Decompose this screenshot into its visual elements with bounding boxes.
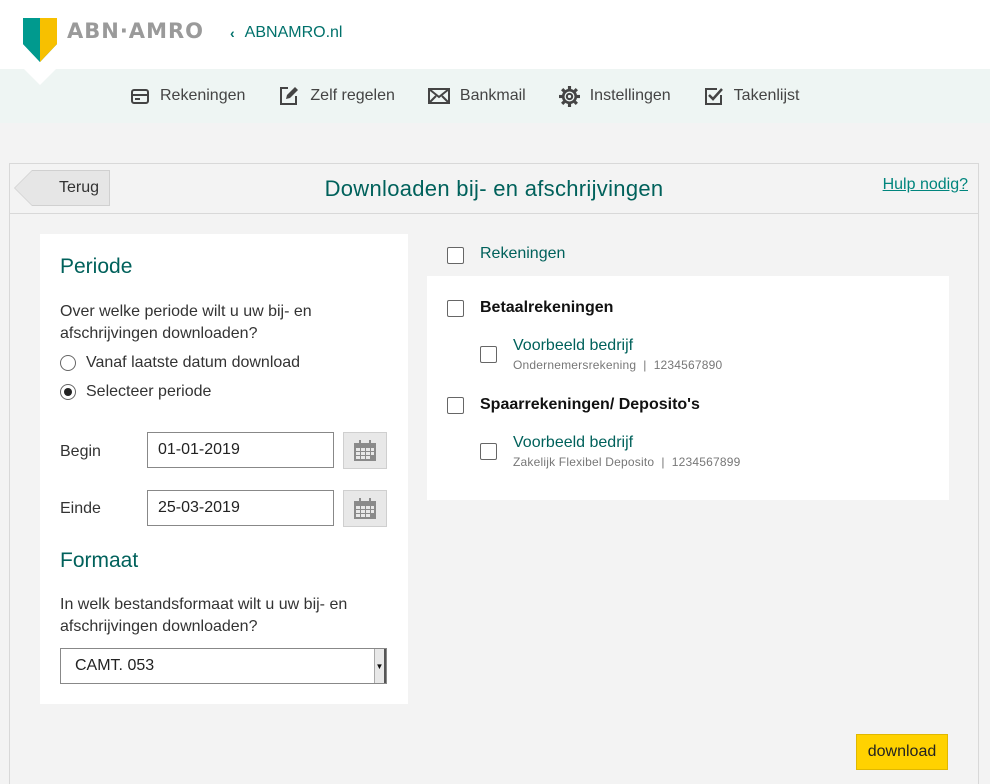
einde-label: Einde	[60, 500, 101, 517]
nav-item-label: Rekeningen	[160, 87, 246, 104]
account-separator: |	[643, 358, 647, 372]
nav-item-label: Zelf regelen	[310, 87, 395, 104]
abn-amro-shield-logo[interactable]	[23, 18, 57, 62]
group-label-spaarrekeningen: Spaarrekeningen/ Deposito's	[480, 396, 700, 413]
calendar-icon	[354, 497, 376, 519]
account-number: 1234567899	[671, 455, 741, 469]
account-checkbox[interactable]	[480, 443, 497, 460]
all-accounts-label: Rekeningen	[480, 245, 566, 262]
download-button[interactable]: download	[856, 734, 948, 770]
abnamro-home-link[interactable]: ‹ ABNAMRO.nl	[230, 24, 342, 42]
edit-icon	[280, 87, 299, 105]
logo-wordmark: ABN·AMRO	[67, 19, 204, 43]
begin-calendar-button[interactable]	[343, 432, 387, 469]
gear-icon	[558, 85, 580, 107]
all-accounts-checkbox[interactable]	[447, 247, 464, 264]
nav-item-bankmail[interactable]: Bankmail	[427, 87, 526, 105]
abnamro-home-link-label: ABNAMRO.nl	[244, 24, 343, 41]
group-label-betaalrekeningen: Betaalrekeningen	[480, 299, 614, 316]
einde-calendar-button[interactable]	[343, 490, 387, 527]
format-select-value: CAMT. 053	[75, 657, 155, 674]
formaat-heading: Formaat	[60, 549, 139, 572]
nav-item-rekeningen[interactable]: Rekeningen	[130, 87, 245, 105]
page-title: Downloaden bij- en afschrijvingen	[324, 176, 664, 201]
help-link[interactable]: Hulp nodig?	[883, 176, 968, 194]
nav-item-zelf-regelen[interactable]: Zelf regelen	[278, 86, 395, 106]
periode-heading: Periode	[60, 255, 133, 278]
period-format-card: Periode Over welke periode wilt u uw bij…	[40, 234, 408, 704]
nav-item-label: Takenlijst	[733, 87, 800, 104]
nav-item-instellingen[interactable]: Instellingen	[558, 85, 671, 107]
begin-date-input[interactable]	[147, 432, 334, 468]
calendar-icon	[354, 439, 376, 461]
nav-notch	[24, 69, 56, 85]
betaalrekeningen-checkbox[interactable]	[447, 300, 464, 317]
accounts-list-card: Betaalrekeningen Voorbeeld bedrijf Onder…	[427, 276, 949, 500]
radio-label: Vanaf laatste datum download	[86, 354, 301, 371]
account-details: Ondernemersrekening | 1234567890	[513, 358, 722, 372]
begin-label: Begin	[60, 443, 101, 460]
account-name: Voorbeeld bedrijf	[513, 434, 634, 451]
account-checkbox[interactable]	[480, 346, 497, 363]
einde-date-input[interactable]	[147, 490, 334, 526]
nav-items: Rekeningen Zelf regelen Bankmail Instell…	[130, 69, 832, 123]
download-panel: Downloaden bij- en afschrijvingen Terug …	[9, 163, 979, 784]
chevron-left-icon: ‹	[230, 25, 235, 41]
account-type: Zakelijk Flexibel Deposito	[513, 455, 655, 469]
top-header: ABN·AMRO ‹ ABNAMRO.nl	[0, 0, 990, 69]
spaarrekeningen-checkbox[interactable]	[447, 397, 464, 414]
account-name: Voorbeeld bedrijf	[513, 337, 634, 354]
radio-button[interactable]	[60, 355, 76, 371]
account-number: 1234567890	[653, 358, 723, 372]
formaat-question: In welk bestandsformaat wilt u uw bij- e…	[60, 596, 348, 635]
periode-question: Over welke periode wilt u uw bij- en afs…	[60, 303, 312, 342]
radio-label: Selecteer periode	[86, 383, 212, 400]
account-separator: |	[661, 455, 665, 469]
account-type: Ondernemersrekening	[513, 358, 637, 372]
radio-button-selected[interactable]	[60, 384, 76, 400]
back-button[interactable]: Terug	[14, 170, 110, 206]
wallet-icon	[131, 89, 149, 104]
radio-selecteer-periode[interactable]: Selecteer periode	[60, 383, 211, 401]
account-details: Zakelijk Flexibel Deposito | 1234567899	[513, 455, 741, 469]
checklist-icon	[704, 88, 723, 105]
nav-item-label: Bankmail	[459, 87, 526, 104]
radio-laatste-download[interactable]: Vanaf laatste datum download	[60, 354, 300, 372]
panel-header: Downloaden bij- en afschrijvingen Terug …	[10, 164, 978, 214]
nav-item-label: Instellingen	[589, 87, 671, 104]
format-select[interactable]: CAMT. 053 ▼	[60, 648, 387, 684]
caret-down-icon[interactable]: ▼	[374, 649, 386, 683]
nav-item-takenlijst[interactable]: Takenlijst	[704, 86, 800, 106]
mail-icon	[427, 88, 450, 104]
